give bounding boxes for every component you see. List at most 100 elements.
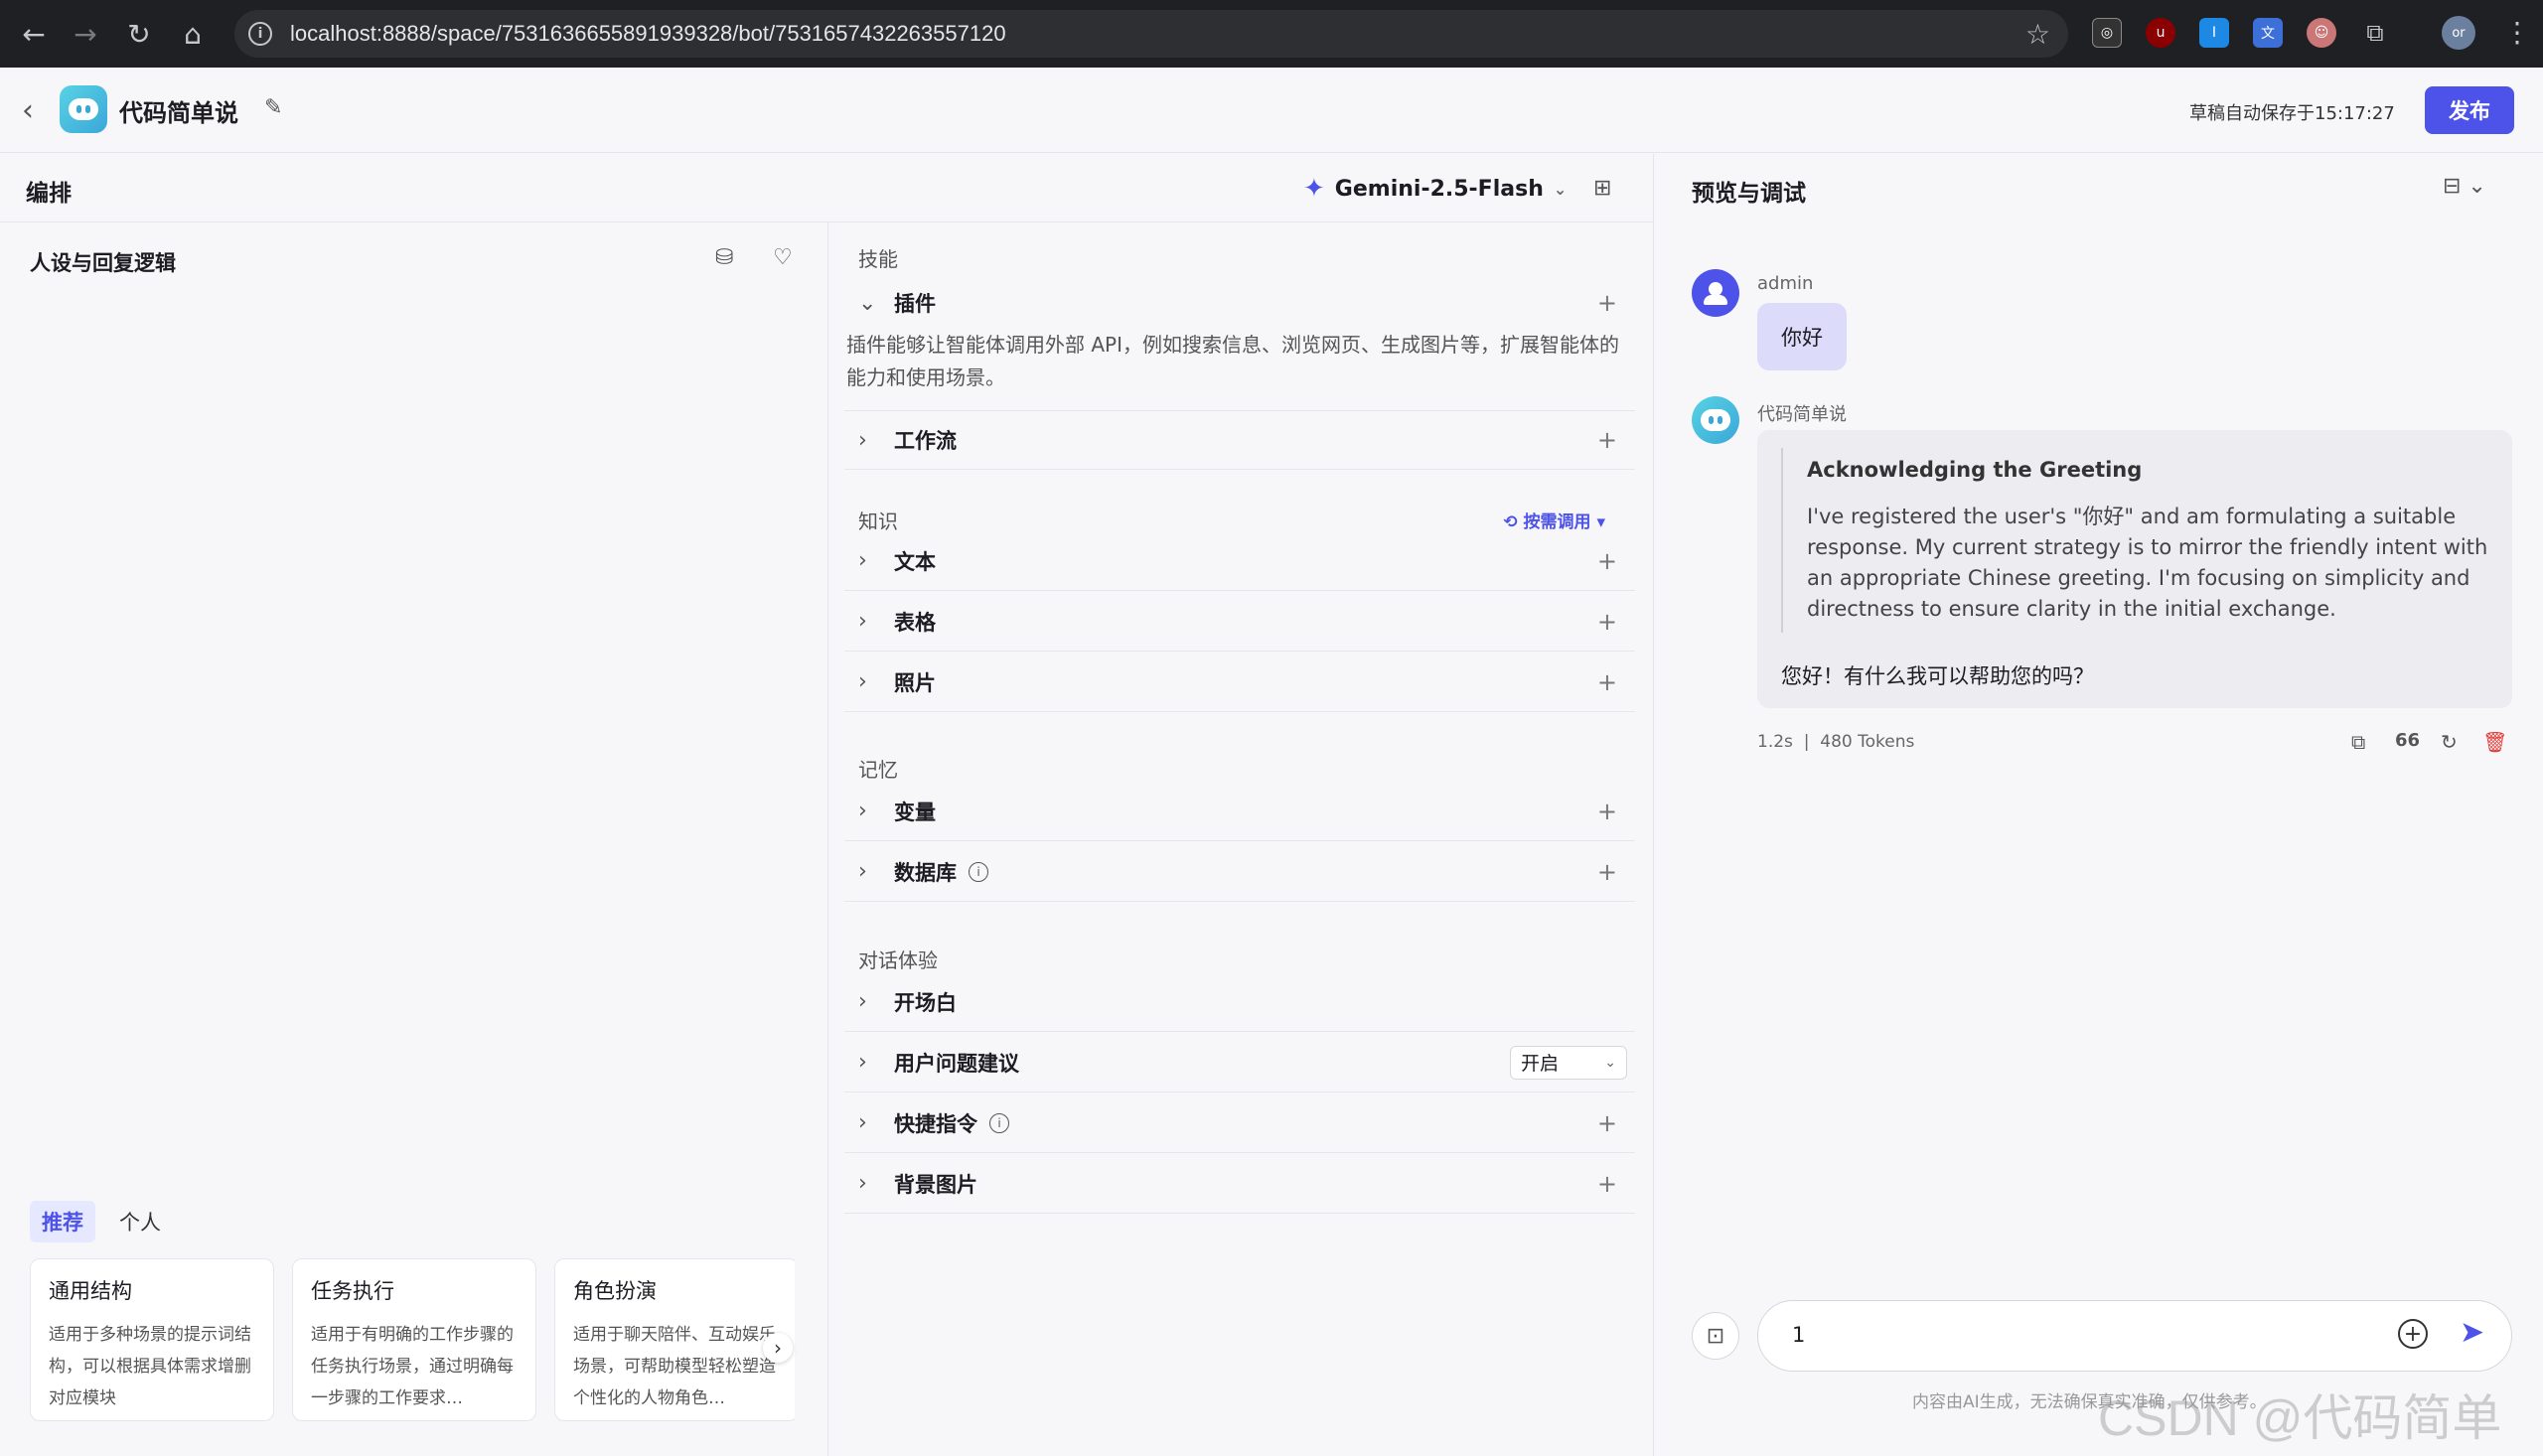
chevron-right-icon: ›: [858, 548, 867, 573]
extension-i-icon[interactable]: I: [2199, 18, 2229, 48]
add-plugin-icon[interactable]: +: [1597, 289, 1617, 317]
user-avatar: [1692, 269, 1739, 317]
model-selector[interactable]: ✦ Gemini-2.5-Flash ⌄: [1303, 174, 1567, 204]
extension-glasses-icon[interactable]: ◎: [2092, 18, 2122, 48]
bot-avatar: [1692, 396, 1739, 444]
template-card[interactable]: 角色扮演 适用于聊天陪伴、互动娱乐场景，可帮助模型轻松塑造个性化的人物角色…: [554, 1258, 795, 1421]
profile-avatar[interactable]: or: [2442, 16, 2475, 50]
browser-toolbar: ← → ↻ ⌂ i localhost:8888/space/753163665…: [0, 0, 2543, 68]
add-circle-icon[interactable]: +: [2398, 1319, 2428, 1349]
add-workflow-icon[interactable]: +: [1597, 426, 1617, 454]
address-bar[interactable]: i localhost:8888/space/75316366558919393…: [234, 10, 2068, 58]
layout-grid-icon[interactable]: ⊞: [1593, 176, 1611, 201]
extension-ublock-icon[interactable]: u: [2146, 18, 2175, 48]
row-label: 快捷指令: [894, 1111, 977, 1136]
copy-icon[interactable]: ⧉: [2351, 730, 2365, 754]
template-title: 通用结构: [49, 1279, 132, 1303]
row-opening[interactable]: › 开场白: [844, 972, 1635, 1032]
back-chevron-icon[interactable]: ‹: [22, 93, 34, 128]
extensions-puzzle-icon[interactable]: ⧉: [2360, 18, 2390, 48]
delete-icon[interactable]: 🗑: [2482, 730, 2507, 754]
suggestion-select[interactable]: 开启 ⌄: [1510, 1045, 1627, 1080]
chevron-right-icon: ›: [858, 859, 867, 884]
add-table-icon[interactable]: +: [1597, 608, 1617, 636]
tab-recommended[interactable]: 推荐: [30, 1201, 95, 1242]
chevron-right-icon: ›: [858, 1171, 867, 1196]
bookmark-star-icon[interactable]: ☆: [2025, 18, 2050, 51]
extension-translate-icon[interactable]: 文: [2253, 18, 2283, 48]
template-desc: 适用于有明确的工作步骤的任务执行场景，通过明确每一步骤的工作要求…: [311, 1325, 514, 1408]
extension-face-icon[interactable]: ☺: [2307, 18, 2336, 48]
add-photo-icon[interactable]: +: [1597, 668, 1617, 696]
app-header: ‹ 代码简单说 ✎ 草稿自动保存于15:17:27 发布: [0, 68, 2543, 153]
latency: 1.2s: [1757, 732, 1793, 752]
add-variable-icon[interactable]: +: [1597, 798, 1617, 825]
chevron-right-icon[interactable]: ›: [763, 1333, 793, 1363]
row-label: 照片: [894, 670, 936, 695]
browser-menu-icon[interactable]: ⋮: [2503, 16, 2531, 49]
chevron-right-icon: ›: [858, 1050, 867, 1075]
template-card[interactable]: 通用结构 适用于多种场景的提示词结构，可以根据具体需求增删对应模块: [30, 1258, 274, 1421]
row-text[interactable]: › 文本 +: [844, 531, 1635, 591]
row-table[interactable]: › 表格 +: [844, 592, 1635, 652]
info-icon[interactable]: i: [969, 861, 988, 882]
row-background[interactable]: › 背景图片 +: [844, 1154, 1635, 1214]
add-database-icon[interactable]: +: [1597, 858, 1617, 886]
row-plugin[interactable]: ⌄ 插件 +: [844, 273, 1635, 333]
user-message: 你好: [1757, 303, 1847, 370]
chevron-down-icon: ⌄: [858, 290, 877, 316]
template-desc: 适用于聊天陪伴、互动娱乐场景，可帮助模型轻松塑造个性化的人物角色…: [573, 1325, 776, 1408]
chevron-right-icon: ›: [858, 427, 867, 453]
publish-button[interactable]: 发布: [2425, 86, 2514, 134]
chevron-down-icon: ⌄: [1604, 1054, 1616, 1071]
tab-personal[interactable]: 个人: [107, 1201, 173, 1242]
add-text-icon[interactable]: +: [1597, 547, 1617, 575]
on-demand-selector[interactable]: ⟲ 按需调用 ▾: [1503, 508, 1605, 532]
home-icon[interactable]: ⌂: [173, 14, 213, 54]
row-shortcut[interactable]: › 快捷指令 i +: [844, 1093, 1635, 1153]
row-label: 数据库: [894, 860, 957, 885]
quote-icon[interactable]: 66: [2395, 730, 2420, 751]
toolbox-icon[interactable]: ⊡: [1692, 1312, 1739, 1360]
info-icon[interactable]: i: [989, 1112, 1009, 1133]
debug-menu-icon[interactable]: ⊟ ⌄: [2443, 174, 2486, 199]
optimize-bulb-icon[interactable]: ♡: [773, 245, 793, 270]
row-label: 表格: [894, 610, 936, 635]
add-background-icon[interactable]: +: [1597, 1170, 1617, 1198]
plugin-description: 插件能够让智能体调用外部 API，例如搜索信息、浏览网页、生成图片等，扩展智能体…: [846, 333, 1619, 389]
watermark: CSDN @代码简单说: [2098, 1390, 2502, 1446]
forward-arrow-icon[interactable]: →: [66, 14, 105, 54]
row-variable[interactable]: › 变量 +: [844, 782, 1635, 841]
divider: [827, 221, 828, 1456]
chevron-right-icon: ›: [858, 669, 867, 694]
user-name: admin: [1757, 273, 1814, 294]
row-photo[interactable]: › 照片 +: [844, 653, 1635, 712]
model-name: Gemini-2.5-Flash: [1334, 176, 1544, 202]
editor-title: 编排: [26, 181, 72, 207]
add-shortcut-icon[interactable]: +: [1597, 1109, 1617, 1137]
editor-panel: 编排 ✦ Gemini-2.5-Flash ⌄ ⊞ 人设与回复逻辑 ⛁ ♡ 推荐…: [0, 154, 1653, 1456]
edit-icon[interactable]: ✎: [264, 95, 282, 120]
chevron-right-icon: ›: [858, 609, 867, 634]
regenerate-icon[interactable]: ↻: [2441, 730, 2458, 754]
token-count: 480 Tokens: [1820, 732, 1915, 752]
thinking-body: I've registered the user's "你好" and am f…: [1807, 505, 2488, 621]
prompt-library-icon[interactable]: ⛁: [715, 245, 733, 270]
row-label: 工作流: [894, 429, 957, 453]
row-workflow[interactable]: › 工作流 +: [844, 410, 1635, 470]
row-database[interactable]: › 数据库 i +: [844, 842, 1635, 902]
suggestion-value: 开启: [1521, 1053, 1560, 1075]
chevron-right-icon: ›: [858, 1110, 867, 1135]
template-tabs: 推荐 个人: [30, 1201, 173, 1242]
bot-message: Acknowledging the Greeting I've register…: [1757, 430, 2512, 708]
chat-input[interactable]: 1 + ➤: [1757, 1300, 2512, 1372]
row-label: 文本: [894, 549, 936, 574]
send-icon[interactable]: ➤: [2460, 1315, 2484, 1350]
reload-icon[interactable]: ↻: [119, 14, 159, 54]
bot-name: 代码简单说: [1757, 404, 1847, 425]
template-card[interactable]: 任务执行 适用于有明确的工作步骤的任务执行场景，通过明确每一步骤的工作要求…: [292, 1258, 536, 1421]
site-info-icon[interactable]: i: [248, 22, 272, 46]
row-suggestions[interactable]: › 用户问题建议 开启 ⌄: [844, 1033, 1635, 1092]
section-memory: 记忆: [858, 758, 898, 782]
back-arrow-icon[interactable]: ←: [14, 14, 54, 54]
